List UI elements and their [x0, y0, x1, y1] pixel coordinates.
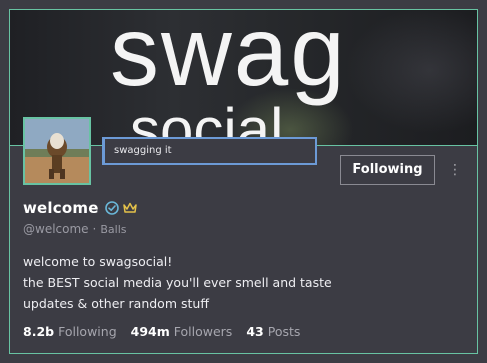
bio-line: the BEST social media you'll ever smell …	[23, 275, 332, 290]
handle-separator: ·	[92, 222, 97, 236]
avatar-image	[25, 119, 89, 183]
stat-value: 43	[246, 324, 264, 339]
more-options-icon[interactable]: ⋮	[448, 160, 462, 180]
name-row: welcome	[23, 197, 137, 219]
stat-followers[interactable]: 494m Followers	[131, 324, 233, 339]
tooltip: swagging it	[102, 137, 317, 165]
bio-line: welcome to swagsocial!	[23, 254, 173, 269]
stat-label: Following	[58, 324, 117, 339]
profile-card: swag social swagging it Following ⋮ welc…	[0, 0, 487, 363]
profile-bio: welcome to swagsocial! the BEST social m…	[23, 251, 332, 314]
following-button[interactable]: Following	[340, 155, 435, 185]
bio-line: updates & other random stuff	[23, 296, 209, 311]
crown-icon	[122, 202, 137, 213]
stat-value: 494m	[130, 324, 170, 339]
verified-check-icon	[104, 201, 119, 215]
stat-label: Posts	[267, 324, 301, 339]
stat-posts[interactable]: 43 Posts	[246, 324, 300, 339]
user-handle: @welcome	[23, 222, 89, 236]
banner-title: swag	[110, 10, 347, 106]
display-name: welcome	[23, 199, 99, 217]
stat-label: Followers	[173, 324, 233, 339]
avatar[interactable]	[23, 117, 91, 185]
handle-row: @welcome · Balls	[23, 222, 127, 236]
stat-following[interactable]: 8.2b Following	[23, 324, 117, 339]
stat-value: 8.2b	[23, 324, 55, 339]
handle-tag: Balls	[100, 223, 127, 236]
profile-stats: 8.2b Following 494m Followers 43 Posts	[23, 324, 314, 339]
